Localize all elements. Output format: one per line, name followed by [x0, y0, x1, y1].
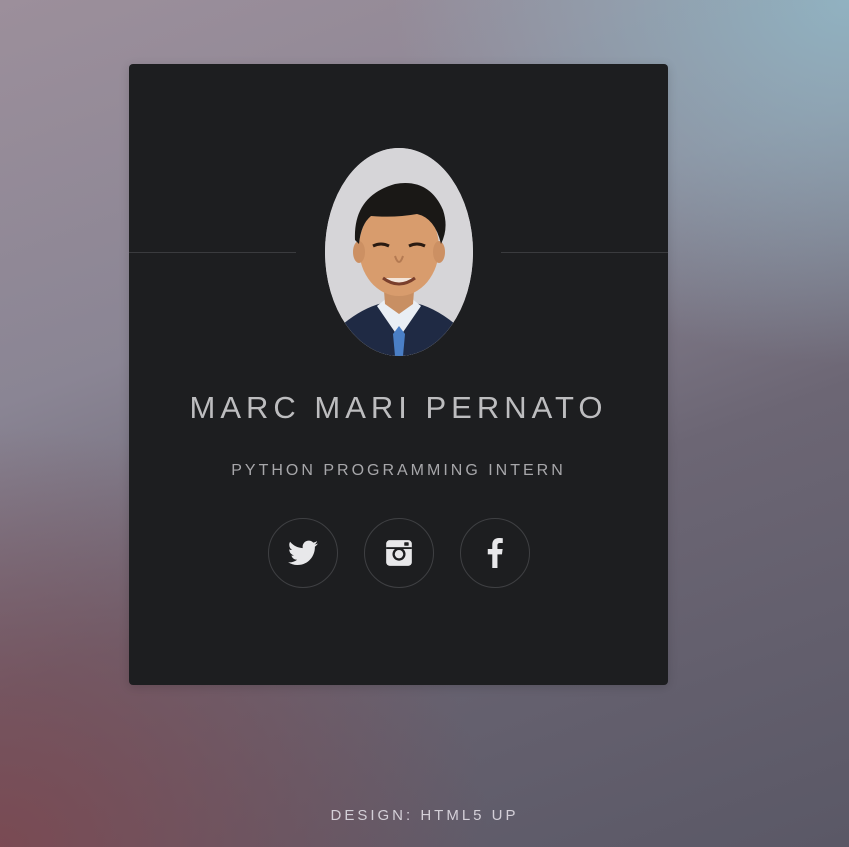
instagram-icon — [386, 540, 412, 566]
facebook-link[interactable] — [460, 518, 530, 588]
divider-left — [129, 252, 296, 253]
twitter-link[interactable] — [268, 518, 338, 588]
instagram-link[interactable] — [364, 518, 434, 588]
social-links — [268, 518, 530, 588]
facebook-icon — [487, 538, 503, 568]
footer-credit: DESIGN: HTML5 UP — [330, 807, 519, 824]
avatar — [325, 148, 473, 356]
avatar-photo — [325, 148, 473, 356]
divider-right — [501, 252, 668, 253]
twitter-icon — [288, 540, 318, 565]
profile-role: PYTHON PROGRAMMING INTERN — [231, 462, 566, 479]
profile-card: MARC MARI PERNATO PYTHON PROGRAMMING INT… — [129, 64, 668, 685]
profile-name: MARC MARI PERNATO — [189, 390, 608, 425]
